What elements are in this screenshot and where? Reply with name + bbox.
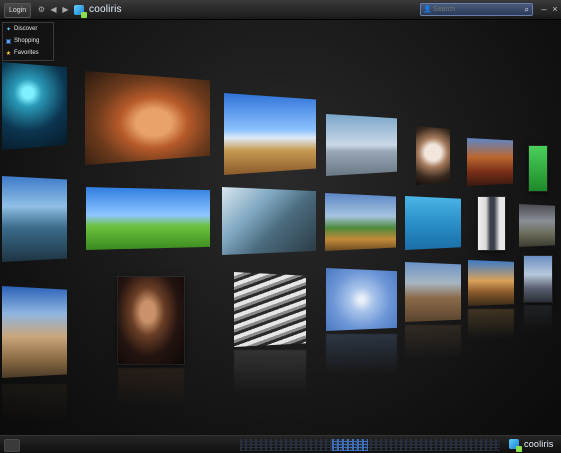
thumbnail-green-card[interactable]	[529, 146, 547, 191]
menu-item-label: Discover	[14, 26, 38, 32]
gear-icon[interactable]: ⚙	[36, 3, 47, 16]
close-icon[interactable]: ×	[550, 3, 560, 16]
back-arrow-icon[interactable]: ◀	[48, 3, 59, 16]
reflection-great-wall	[468, 309, 514, 339]
thumbnail-mountains[interactable]	[405, 262, 461, 322]
search-input[interactable]	[433, 4, 523, 15]
search-icon[interactable]: ⌕	[525, 4, 529, 15]
forward-arrow-icon[interactable]: ▶	[60, 3, 71, 16]
thumbnail-skydivers[interactable]	[326, 268, 397, 331]
side-menu: ✦ Discover ▣ Shopping ★ Favorites	[2, 22, 54, 61]
thumbnail-woman-portrait[interactable]	[118, 277, 184, 364]
reflection-city-skyline	[524, 305, 552, 333]
cooliris-window: Login ⚙ ◀ ▶ cooliris 👤 ⌕ – × ✦ Discover …	[0, 0, 561, 453]
cooliris-logo-icon	[509, 439, 522, 452]
bottom-bar: cooliris	[0, 435, 561, 453]
menu-item-discover[interactable]: ✦ Discover	[3, 23, 53, 35]
shopping-icon: ▣	[5, 38, 12, 45]
fullscreen-toggle[interactable]	[4, 439, 20, 452]
thumbnail-red-panda[interactable]	[85, 71, 210, 165]
top-toolbar: Login ⚙ ◀ ▶ cooliris 👤 ⌕ – ×	[0, 0, 561, 20]
timeline-scrubber[interactable]	[240, 439, 500, 451]
thumbnail-swimmer[interactable]	[405, 196, 461, 250]
thumbnail-golf-tree[interactable]	[325, 193, 396, 251]
thumbnail-fighter-jet[interactable]	[326, 114, 397, 176]
minimize-icon[interactable]: –	[539, 3, 549, 16]
cooliris-logo-bottom: cooliris	[509, 439, 554, 452]
search-box[interactable]: 👤 ⌕	[420, 3, 533, 16]
reflection-bw-balcony	[234, 350, 306, 395]
brand-name: cooliris	[89, 4, 122, 15]
menu-item-label: Favorites	[14, 50, 39, 56]
thumbnail-bw-balcony[interactable]	[234, 272, 306, 347]
thumbnail-storm-tank[interactable]	[519, 204, 555, 247]
star-icon: ★	[5, 50, 12, 57]
thumbnail-sea-rocks[interactable]	[2, 176, 67, 262]
cooliris-logo: cooliris	[74, 2, 122, 18]
thumbnail-autumn-trees[interactable]	[467, 138, 513, 186]
thumbnail-great-wall[interactable]	[468, 260, 514, 306]
login-button[interactable]: Login	[4, 3, 32, 18]
thumbnail-fireworks[interactable]	[2, 62, 67, 150]
timeline-current-position[interactable]	[332, 439, 368, 451]
reflection-colosseum	[2, 384, 67, 424]
menu-item-favorites[interactable]: ★ Favorites	[3, 47, 53, 59]
menu-item-shopping[interactable]: ▣ Shopping	[3, 35, 53, 47]
cooliris-logo-icon	[74, 4, 87, 18]
discover-icon: ✦	[5, 26, 12, 33]
user-icon: 👤	[423, 6, 432, 13]
thumbnail-waterfall[interactable]	[222, 187, 316, 255]
thumbnail-businessman[interactable]	[478, 197, 505, 250]
reflection-skydivers	[326, 334, 397, 374]
menu-item-label: Shopping	[14, 38, 40, 44]
thumbnail-sky-field[interactable]	[224, 93, 316, 175]
thumbnail-daisy-meadow[interactable]	[86, 187, 210, 250]
brand-name: cooliris	[524, 439, 554, 449]
reflection-woman-portrait	[118, 368, 184, 408]
thumbnail-city-skyline[interactable]	[524, 256, 552, 302]
reflection-mountains	[405, 325, 461, 360]
thumbnail-colosseum[interactable]	[2, 286, 67, 378]
thumbnail-cat[interactable]	[416, 126, 450, 185]
